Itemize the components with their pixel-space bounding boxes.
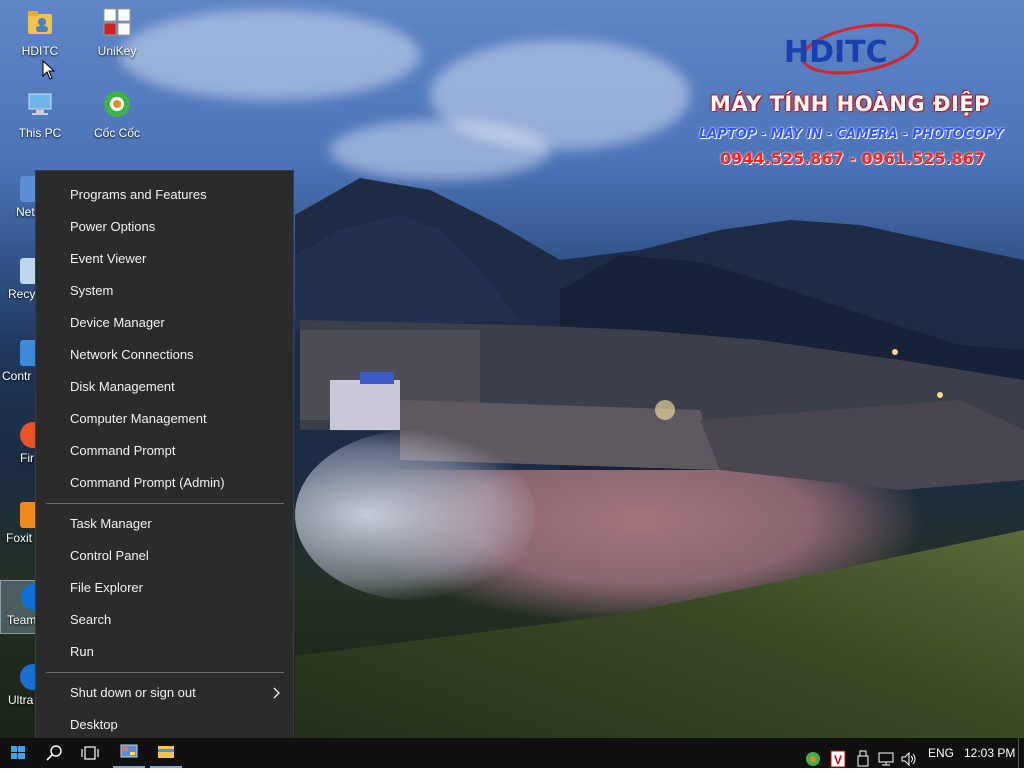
desktop-icon-label: Recy	[8, 287, 36, 301]
desktop-icon-label: This PC	[18, 126, 62, 140]
taskbar-app-control-panel[interactable]	[113, 738, 145, 768]
network-tray-icon[interactable]	[877, 744, 895, 774]
desktop-icon-firefox[interactable]: Fir	[0, 422, 40, 465]
menu-item-event-viewer[interactable]: Event Viewer	[36, 243, 293, 275]
svg-text:V: V	[834, 753, 842, 767]
volume-icon[interactable]	[900, 744, 918, 774]
menu-item-command-prompt[interactable]: Command Prompt	[36, 435, 293, 467]
brand-phones: 0944.525.867 - 0961.525.867	[720, 149, 985, 168]
task-view-icon	[81, 746, 99, 760]
vietnamese-input-icon[interactable]: V	[830, 744, 846, 774]
menu-item-control-panel[interactable]: Control Panel	[36, 540, 293, 572]
control-panel-app-icon	[120, 744, 138, 758]
brand-subtitle: LAPTOP - MÁY IN - CAMERA - PHOTOCOPY	[698, 127, 1004, 142]
coccoc-tray-icon[interactable]	[804, 744, 822, 774]
menu-item-task-manager[interactable]: Task Manager	[36, 508, 293, 540]
coccoc-browser-icon	[104, 91, 130, 117]
show-desktop-button[interactable]	[1018, 738, 1024, 768]
menu-item-file-explorer[interactable]: File Explorer	[36, 572, 293, 604]
desktop-icon-label: Contr	[2, 369, 32, 383]
desktop-icon-label: HDITC	[21, 44, 59, 58]
menu-item-command-prompt-admin[interactable]: Command Prompt (Admin)	[36, 467, 293, 499]
brand-title: MÁY TÍNH HOÀNG ĐIỆP	[709, 92, 991, 116]
clock[interactable]: 12:03 PM	[964, 738, 1015, 768]
desktop-icon-recycle-bin[interactable]: Recy	[0, 258, 40, 301]
desktop-icon-network[interactable]: Net	[0, 176, 40, 219]
desktop-icon-label: Fir	[20, 451, 34, 465]
chevron-right-icon	[273, 687, 280, 699]
desktop-icon-label: Foxit	[6, 531, 33, 545]
taskbar-app-file-explorer[interactable]	[150, 738, 182, 768]
usb-device-icon[interactable]	[856, 744, 870, 774]
search-button[interactable]	[36, 738, 72, 768]
windows-start-icon	[11, 746, 25, 759]
menu-item-label: Shut down or sign out	[70, 685, 196, 700]
desktop-icon-hditc[interactable]: HDITC	[5, 8, 75, 58]
desktop-icon-this-pc[interactable]: This PC	[5, 90, 75, 140]
hditc-logo: HDITC	[784, 23, 919, 75]
unikey-icon	[103, 8, 131, 36]
desktop-icon-label: Cốc Cốc	[93, 126, 140, 140]
search-icon	[46, 745, 62, 761]
menu-separator	[46, 672, 284, 673]
menu-item-disk-management[interactable]: Disk Management	[36, 371, 293, 403]
menu-item-network-connections[interactable]: Network Connections	[36, 339, 293, 371]
menu-separator	[46, 503, 284, 504]
menu-item-shut-down-or-sign-out[interactable]: Shut down or sign out	[36, 677, 293, 709]
menu-item-programs-and-features[interactable]: Programs and Features	[36, 179, 293, 211]
desktop-icon-label: Net	[16, 205, 35, 219]
menu-item-computer-management[interactable]: Computer Management	[36, 403, 293, 435]
file-explorer-icon	[158, 746, 174, 758]
menu-item-search[interactable]: Search	[36, 604, 293, 636]
start-button[interactable]	[0, 738, 36, 768]
desktop-icon-label: UniKey	[97, 44, 137, 58]
taskbar: V ENG 12:03 PM	[0, 738, 1024, 768]
desktop-icon-unikey[interactable]: UniKey	[82, 8, 152, 58]
task-view-button[interactable]	[72, 738, 108, 768]
menu-item-device-manager[interactable]: Device Manager	[36, 307, 293, 339]
menu-item-system[interactable]: System	[36, 275, 293, 307]
desktop-icon-ultraviewer[interactable]: Ultra	[0, 664, 40, 707]
language-indicator[interactable]: ENG	[928, 738, 954, 768]
menu-item-desktop[interactable]: Desktop	[36, 709, 293, 741]
desktop-icon-control-panel[interactable]: Contr	[0, 340, 40, 383]
svg-text:HDITC: HDITC	[784, 35, 888, 70]
mouse-cursor-icon	[42, 60, 56, 80]
waterfall-mist	[295, 430, 535, 600]
desktop-icon-label: Ultra	[8, 693, 34, 707]
menu-item-power-options[interactable]: Power Options	[36, 211, 293, 243]
user-folder-icon	[28, 11, 52, 34]
menu-item-run[interactable]: Run	[36, 636, 293, 668]
computer-icon	[28, 93, 52, 115]
desktop-icon-coccoc[interactable]: Cốc Cốc	[82, 90, 152, 140]
winx-context-menu: Programs and Features Power Options Even…	[35, 170, 294, 748]
desktop-icon-foxit[interactable]: Foxit	[0, 502, 40, 545]
